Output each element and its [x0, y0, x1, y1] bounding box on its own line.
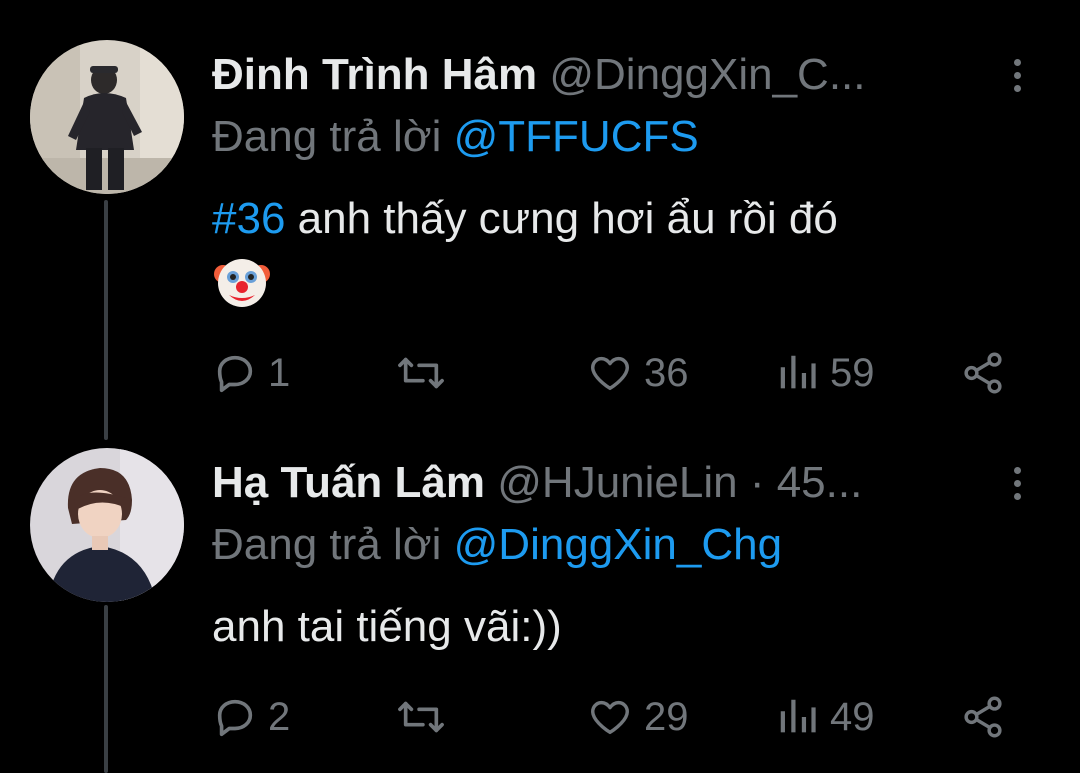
replying-to-label: Đang trả lời: [212, 112, 442, 161]
avatar[interactable]: [30, 448, 184, 602]
view-count: 59: [830, 350, 875, 395]
tweet-header: Đinh Trình Hâm @DinggXin_C...: [212, 50, 984, 100]
tweet-text: anh tai tiếng vãi:)): [212, 594, 1020, 660]
heart-icon: [591, 356, 629, 391]
like-count: 36: [644, 350, 689, 395]
like-button[interactable]: 36: [586, 348, 689, 398]
mention-link[interactable]: @DinggXin_Chg: [454, 520, 782, 569]
analytics-icon: [780, 355, 816, 389]
tweet-body: anh thấy cưng hơi ẩu rồi đó: [297, 194, 838, 243]
share-icon: [964, 352, 1002, 394]
more-options-button[interactable]: [1000, 458, 1034, 508]
share-icon: [964, 696, 1002, 738]
avatar[interactable]: [30, 40, 184, 194]
display-name[interactable]: Đinh Trình Hâm: [212, 50, 537, 99]
retweet-button[interactable]: [396, 348, 456, 398]
tweet-header: Hạ Tuấn Lâm @HJunieLin · 45...: [212, 458, 984, 508]
reply-button[interactable]: 2: [212, 692, 290, 742]
tweet[interactable]: Đinh Trình Hâm @DinggXin_C... Đang trả l…: [0, 0, 1080, 430]
like-button[interactable]: 29: [586, 692, 689, 742]
like-count: 29: [644, 694, 689, 739]
display-name[interactable]: Hạ Tuấn Lâm: [212, 458, 485, 507]
retweet-icon: [398, 357, 444, 389]
heart-icon: [591, 700, 629, 735]
reply-icon: [217, 699, 253, 737]
share-button[interactable]: [960, 348, 1006, 398]
view-count: 49: [830, 694, 875, 739]
more-options-button[interactable]: [1000, 50, 1034, 100]
mention-link[interactable]: @TFFUCFS: [454, 112, 699, 161]
tweet[interactable]: Hạ Tuấn Lâm @HJunieLin · 45... Đang trả …: [0, 430, 1080, 773]
user-handle-and-time[interactable]: @HJunieLin · 45...: [497, 458, 862, 507]
reply-icon: [217, 355, 253, 393]
reply-count: 2: [268, 694, 291, 739]
tweet-actions: 2 29 49: [212, 692, 1012, 742]
reply-thread: Đinh Trình Hâm @DinggXin_C... Đang trả l…: [0, 0, 1080, 773]
share-button[interactable]: [960, 692, 1006, 742]
replying-to-label: Đang trả lời: [212, 520, 442, 569]
views-button[interactable]: 49: [776, 692, 875, 742]
retweet-button[interactable]: [396, 692, 456, 742]
clown-face-icon: [212, 252, 272, 331]
tweet-text: #36 anh thấy cưng hơi ẩu rồi đó: [212, 186, 1020, 331]
tweet-actions: 1 36 59: [212, 348, 1012, 398]
user-handle[interactable]: @DinggXin_C...: [549, 50, 865, 99]
reply-count: 1: [268, 350, 291, 395]
views-button[interactable]: 59: [776, 348, 875, 398]
reply-button[interactable]: 1: [212, 348, 290, 398]
retweet-icon: [398, 701, 444, 733]
replying-to: Đang trả lời @DinggXin_Chg: [212, 520, 1040, 570]
hashtag-link[interactable]: #36: [212, 194, 285, 243]
analytics-icon: [780, 699, 816, 733]
tweet-body: anh tai tiếng vãi:)): [212, 602, 562, 651]
replying-to: Đang trả lời @TFFUCFS: [212, 112, 1040, 162]
